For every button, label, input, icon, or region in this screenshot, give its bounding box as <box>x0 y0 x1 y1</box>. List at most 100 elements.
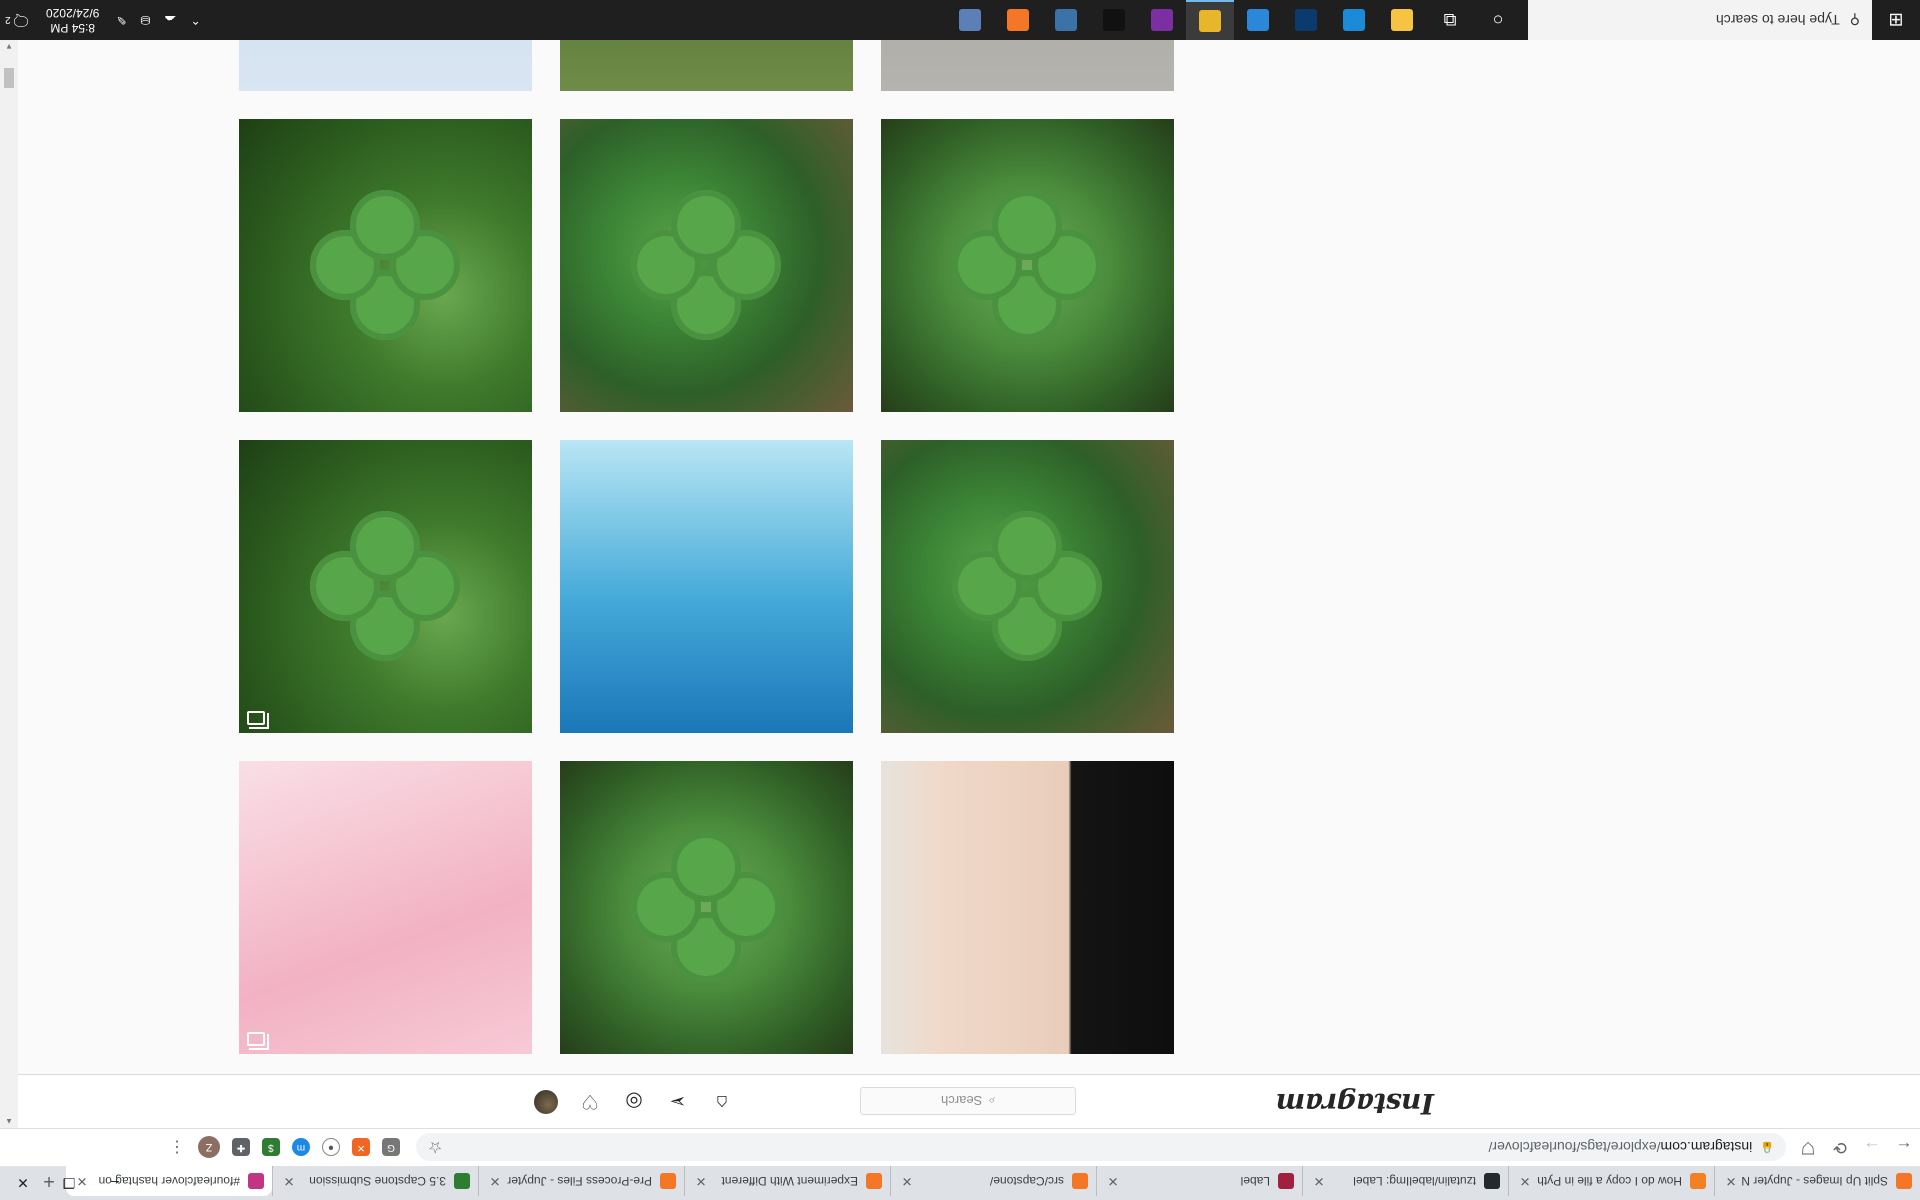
post-clover-field[interactable] <box>560 119 853 412</box>
app-edge-icon[interactable] <box>1330 0 1378 40</box>
action-center-icon[interactable]: 🗨 2 <box>0 0 36 40</box>
app-file-explorer-icon[interactable] <box>1378 0 1426 40</box>
minimize-button[interactable]: – <box>92 1166 138 1200</box>
profile-avatar[interactable]: Z <box>198 1136 220 1159</box>
app-chrome-glyph <box>1199 10 1221 32</box>
app-terminal-glyph <box>1103 9 1125 31</box>
scrollbar-thumb[interactable] <box>4 68 14 88</box>
notification-icon: 🗨 <box>10 11 31 28</box>
app-onenote-icon[interactable] <box>1138 0 1186 40</box>
search-placeholder: Search <box>941 1093 983 1109</box>
address-bar[interactable]: 🔒 instagram.com/explore/tags/fourleafclo… <box>416 1133 1786 1162</box>
windows-taskbar: ⊞ ⚲ Type here to search ○ ⧉ ⌃ ☁ ⛁ ✎ 8:54… <box>0 0 1920 40</box>
post-road-legs[interactable] <box>881 40 1174 91</box>
tab-title: Split Up Images - Jupyter N <box>1741 1174 1888 1188</box>
extensions-puzzle-icon[interactable]: ✚ <box>232 1138 250 1157</box>
page-scrollbar[interactable]: ▲ ▼ <box>0 40 18 1128</box>
url-path: /explore/tags/fourleafclover/ <box>1488 1139 1661 1156</box>
tab-close-icon[interactable]: ✕ <box>693 1173 709 1189</box>
tab-favicon-icon <box>866 1173 882 1189</box>
start-button[interactable]: ⊞ <box>1872 0 1920 40</box>
browser-tab[interactable]: tzutalin/labelImg: Label ✕ <box>1302 1166 1508 1196</box>
task-view-icon[interactable]: ⧉ <box>1426 0 1474 40</box>
tab-close-icon[interactable]: ✕ <box>1105 1173 1121 1189</box>
tab-close-icon[interactable]: ✕ <box>899 1173 915 1189</box>
app-python-glyph <box>1055 9 1077 31</box>
onedrive-icon[interactable]: ☁ <box>165 13 177 27</box>
browser-tab[interactable]: src/Capstone/ ✕ <box>890 1166 1096 1196</box>
reload-button[interactable]: ⟳ <box>1824 1132 1856 1164</box>
app-terminal-icon[interactable] <box>1090 0 1138 40</box>
extension-blue-icon[interactable]: m <box>292 1138 310 1157</box>
pen-icon[interactable]: ✎ <box>116 13 126 27</box>
post-grass[interactable] <box>560 40 853 91</box>
post-clover-cluster[interactable] <box>560 761 853 1054</box>
instagram-logo[interactable]: Instagram <box>1276 1087 1434 1120</box>
dropbox-icon[interactable]: ⛁ <box>140 13 150 27</box>
app-photoshop-icon[interactable] <box>1282 0 1330 40</box>
tab-favicon-icon <box>1484 1173 1500 1189</box>
extension-g-icon[interactable]: G <box>382 1138 400 1157</box>
taskbar-search-box[interactable]: ⚲ Type here to search <box>1528 0 1872 40</box>
post-clover-hand[interactable] <box>239 119 532 412</box>
post-clover-leaves[interactable] <box>239 440 532 733</box>
tab-close-icon[interactable]: ✕ <box>1517 1173 1533 1189</box>
clover-shape-icon <box>631 832 782 983</box>
activity-heart-icon[interactable]: ♡ <box>578 1090 602 1114</box>
post-pink-packets[interactable] <box>239 761 532 1054</box>
extension-circle-icon[interactable]: ● <box>322 1138 340 1157</box>
tab-close-icon[interactable]: ✕ <box>487 1173 503 1189</box>
browser-tab[interactable]: Experiment With Different ✕ <box>684 1166 890 1196</box>
clock-time: 8:54 PM <box>50 21 96 35</box>
close-window-button[interactable]: ✕ <box>0 1166 46 1200</box>
tab-close-icon[interactable]: ✕ <box>1311 1173 1327 1189</box>
extension-green-icon[interactable]: $ <box>262 1138 280 1157</box>
home-icon[interactable]: ⌂ <box>710 1090 734 1114</box>
app-chrome-icon[interactable] <box>1186 0 1234 40</box>
browser-tab[interactable]: How do I copy a file in Pyth ✕ <box>1508 1166 1714 1196</box>
browser-tab[interactable]: Label ✕ <box>1096 1166 1302 1196</box>
forward-button[interactable]: → <box>1856 1132 1888 1164</box>
extensions: G ✕ ● m $ ✚ Z ⋮ <box>162 1136 406 1159</box>
browser-tab[interactable]: Pre-Process Files - Jupyter ✕ <box>478 1166 684 1196</box>
system-tray: ⌃ ☁ ⛁ ✎ 8:54 PM 9/24/2020 🗨 2 <box>0 0 208 40</box>
url-host: instagram.com <box>1660 1139 1753 1156</box>
tab-title: src/Capstone/ <box>989 1174 1064 1188</box>
post-clover-grass[interactable] <box>881 119 1174 412</box>
app-jupyter-icon[interactable] <box>994 0 1042 40</box>
tab-close-icon[interactable]: ✕ <box>281 1173 297 1189</box>
bookmark-star-icon[interactable]: ☆ <box>428 1138 442 1158</box>
back-button[interactable]: ← <box>1888 1132 1920 1164</box>
direct-icon[interactable]: ➢ <box>666 1090 690 1114</box>
post-tattoo-clover-wrist[interactable] <box>881 761 1174 1054</box>
browser-tab[interactable]: Split Up Images - Jupyter N ✕ <box>1714 1166 1920 1196</box>
browser-toolbar: ← → ⟳ ⛉ 🔒 instagram.com/explore/tags/fou… <box>0 1128 1920 1166</box>
tab-close-icon[interactable]: ✕ <box>1723 1173 1739 1189</box>
clover-leaf <box>992 511 1063 582</box>
tab-title: How do I copy a file in Pyth <box>1537 1174 1682 1188</box>
taskbar-clock[interactable]: 8:54 PM 9/24/2020 <box>46 5 99 35</box>
instagram-page: Instagram ⌕ Search ⌂ ➢ ◎ ♡ <box>18 40 1920 1128</box>
post-clover-large-leaf[interactable] <box>881 440 1174 733</box>
explore-icon[interactable]: ◎ <box>622 1090 646 1114</box>
post-ufo-boy[interactable] <box>560 440 853 733</box>
search-input[interactable]: ⌕ Search <box>860 1087 1076 1115</box>
profile-avatar-icon[interactable] <box>534 1090 558 1114</box>
app-building-icon[interactable] <box>946 0 994 40</box>
cortana-icon[interactable]: ○ <box>1474 0 1522 40</box>
maximize-button[interactable]: ❐ <box>46 1166 92 1200</box>
tray-chevron-icon[interactable]: ⌃ <box>191 13 201 27</box>
tab-favicon-icon <box>660 1173 676 1189</box>
scroll-down-arrow-icon[interactable]: ▼ <box>5 42 13 51</box>
clover-shape-icon <box>310 190 461 341</box>
window-controls: – ❐ ✕ <box>0 1166 138 1200</box>
app-onenote-glyph <box>1151 9 1173 31</box>
post-flower-paper[interactable] <box>239 40 532 91</box>
app-python-icon[interactable] <box>1042 0 1090 40</box>
scroll-up-arrow-icon[interactable]: ▲ <box>5 1117 13 1126</box>
browser-menu-button[interactable]: ⋮ <box>168 1139 186 1157</box>
browser-tab[interactable]: 3.5 Capstone Submission ✕ <box>272 1166 478 1196</box>
extension-x-icon[interactable]: ✕ <box>352 1138 370 1157</box>
extension-shield-icon[interactable]: ⛉ <box>1792 1132 1824 1164</box>
app-windows-store-icon[interactable] <box>1234 0 1282 40</box>
